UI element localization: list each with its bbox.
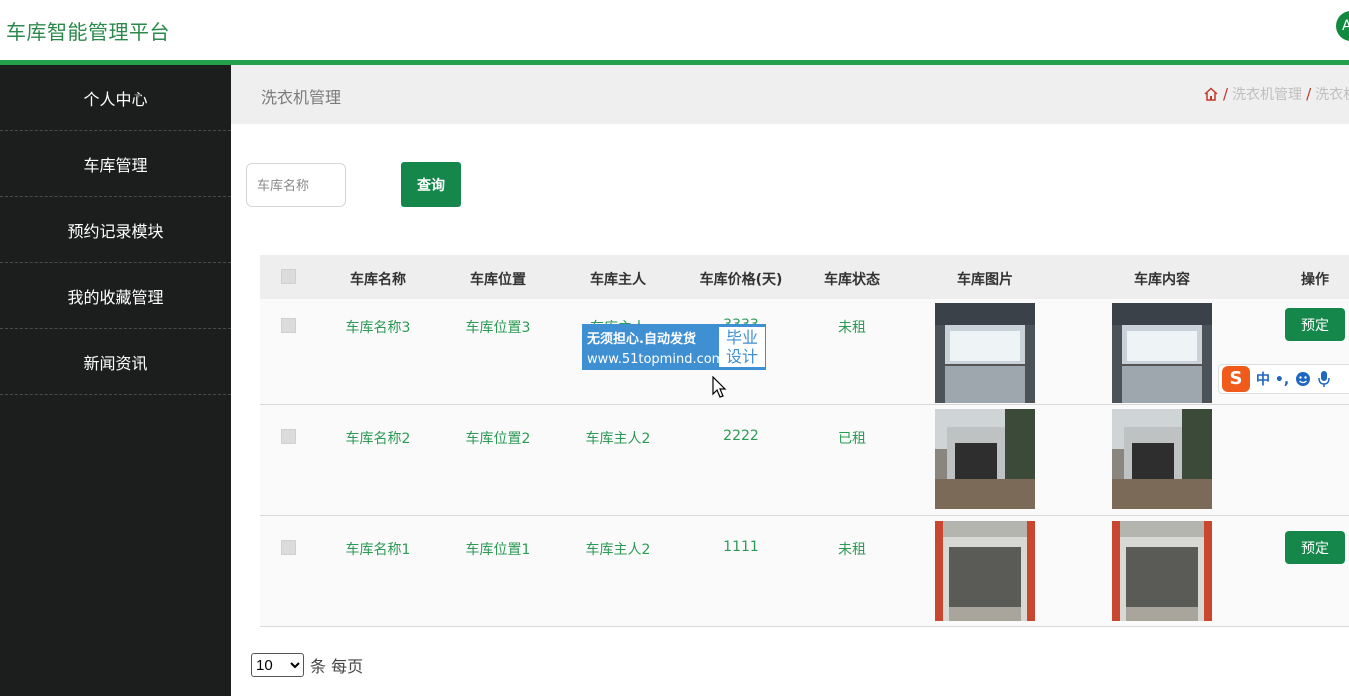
garage-name-search-input[interactable]	[246, 163, 346, 207]
garage-image[interactable]	[935, 409, 1035, 509]
sidebar-item-personal-center[interactable]: 个人中心	[0, 65, 231, 131]
column-header: 操作	[1301, 272, 1329, 288]
cell-garage-owner: 车库主人2	[585, 431, 651, 447]
watermark-url: www.51topmind.com	[587, 352, 725, 367]
ime-toolbar[interactable]: S 中 •,	[1218, 364, 1349, 394]
watermark-text: 无须担心.自动发货	[587, 332, 696, 347]
sidebar-item-booking-records[interactable]: 预约记录模块	[0, 197, 231, 263]
table-row: 车库名称3 车库位置3 车库主人 3333 未租	[260, 299, 1349, 405]
search-button[interactable]: 查询	[401, 162, 461, 207]
column-header: 车库位置	[470, 272, 526, 288]
user-avatar[interactable]: A	[1336, 11, 1349, 41]
column-header: 车库价格(天)	[699, 272, 783, 288]
column-header: 车库图片	[957, 272, 1013, 288]
row-checkbox[interactable]	[281, 318, 296, 333]
garage-content-image[interactable]	[1112, 303, 1212, 403]
book-button[interactable]: 预定	[1285, 308, 1345, 341]
table-row: 车库名称1 车库位置1 车库主人2 1111 未租 预定	[260, 516, 1349, 627]
ime-mode-label[interactable]: 中 •,	[1256, 369, 1289, 389]
sidebar: 个人中心 车库管理 预约记录模块 我的收藏管理 新闻资讯	[0, 65, 231, 696]
cell-garage-location: 车库位置2	[465, 431, 531, 447]
page-size-label: 条 每页	[310, 657, 364, 676]
cell-garage-name: 车库名称1	[345, 542, 411, 558]
cell-garage-status: 未租	[838, 542, 866, 558]
cell-garage-location: 车库位置3	[465, 320, 531, 336]
table-row: 车库名称2 车库位置2 车库主人2 2222 已租	[260, 405, 1349, 516]
garage-image[interactable]	[935, 521, 1035, 621]
cell-garage-status: 已租	[838, 431, 866, 447]
top-bar: 车库智能管理平台 A	[0, 0, 1349, 60]
microphone-icon[interactable]	[1317, 370, 1331, 388]
chevron-down-icon	[150, 292, 158, 296]
sidebar-item-garage-management[interactable]: 车库管理	[0, 131, 231, 197]
column-header: 车库名称	[350, 272, 406, 288]
cell-garage-owner: 车库主人2	[585, 542, 651, 558]
garage-content-image[interactable]	[1112, 409, 1212, 509]
watermark-banner: 无须担心.自动发货 www.51topmind.com 毕业 设计	[582, 324, 766, 370]
table-header: 车库名称 车库位置 车库主人 车库价格(天) 车库状态 车库图片 车库内容 操作	[260, 255, 1349, 299]
home-icon[interactable]	[1203, 86, 1219, 102]
chevron-down-icon	[134, 160, 142, 164]
column-header: 车库主人	[590, 272, 646, 288]
breadcrumb-separator: /	[1306, 85, 1312, 103]
column-header: 车库状态	[824, 272, 880, 288]
pagination: 10 条 每页	[251, 653, 363, 677]
garage-content-image[interactable]	[1112, 521, 1212, 621]
cell-garage-status: 未租	[838, 320, 866, 336]
chevron-down-icon	[134, 94, 142, 98]
sidebar-item-news[interactable]: 新闻资讯	[0, 329, 231, 395]
breadcrumb-item[interactable]: 洗衣机管理	[1232, 84, 1302, 104]
page-size-select[interactable]: 10	[251, 653, 304, 677]
emoji-icon[interactable]	[1295, 371, 1311, 387]
chevron-down-icon	[134, 358, 142, 362]
mouse-cursor-icon	[712, 376, 727, 398]
row-checkbox[interactable]	[281, 540, 296, 555]
sidebar-item-favorites[interactable]: 我的收藏管理	[0, 263, 231, 329]
main-content: 洗衣机管理 / 洗衣机管理 / 洗衣机 查询 车库名称 车库位置 车库主人 车库…	[231, 65, 1349, 696]
breadcrumb: / 洗衣机管理 / 洗衣机	[1203, 84, 1349, 104]
app-title: 车库智能管理平台	[6, 20, 170, 44]
page-title: 洗衣机管理	[261, 88, 342, 107]
cell-garage-location: 车库位置1	[465, 542, 531, 558]
cell-garage-name: 车库名称3	[345, 320, 411, 336]
book-button[interactable]: 预定	[1285, 531, 1345, 564]
cell-garage-price: 2222	[723, 428, 759, 444]
row-checkbox[interactable]	[281, 429, 296, 444]
watermark-tag: 毕业	[725, 328, 758, 347]
garage-table: 车库名称 车库位置 车库主人 车库价格(天) 车库状态 车库图片 车库内容 操作…	[260, 255, 1349, 627]
select-all-checkbox[interactable]	[281, 269, 296, 284]
watermark-tag: 设计	[725, 347, 758, 366]
cell-garage-price: 1111	[723, 539, 759, 555]
column-header: 车库内容	[1134, 272, 1190, 288]
garage-image[interactable]	[935, 303, 1035, 403]
sogou-logo-icon[interactable]: S	[1222, 366, 1250, 392]
breadcrumb-item[interactable]: 洗衣机	[1315, 84, 1349, 104]
cell-garage-name: 车库名称2	[345, 431, 411, 447]
chevron-down-icon	[150, 226, 158, 230]
breadcrumb-separator: /	[1223, 85, 1229, 103]
page-header: 洗衣机管理 / 洗衣机管理 / 洗衣机	[231, 65, 1349, 124]
